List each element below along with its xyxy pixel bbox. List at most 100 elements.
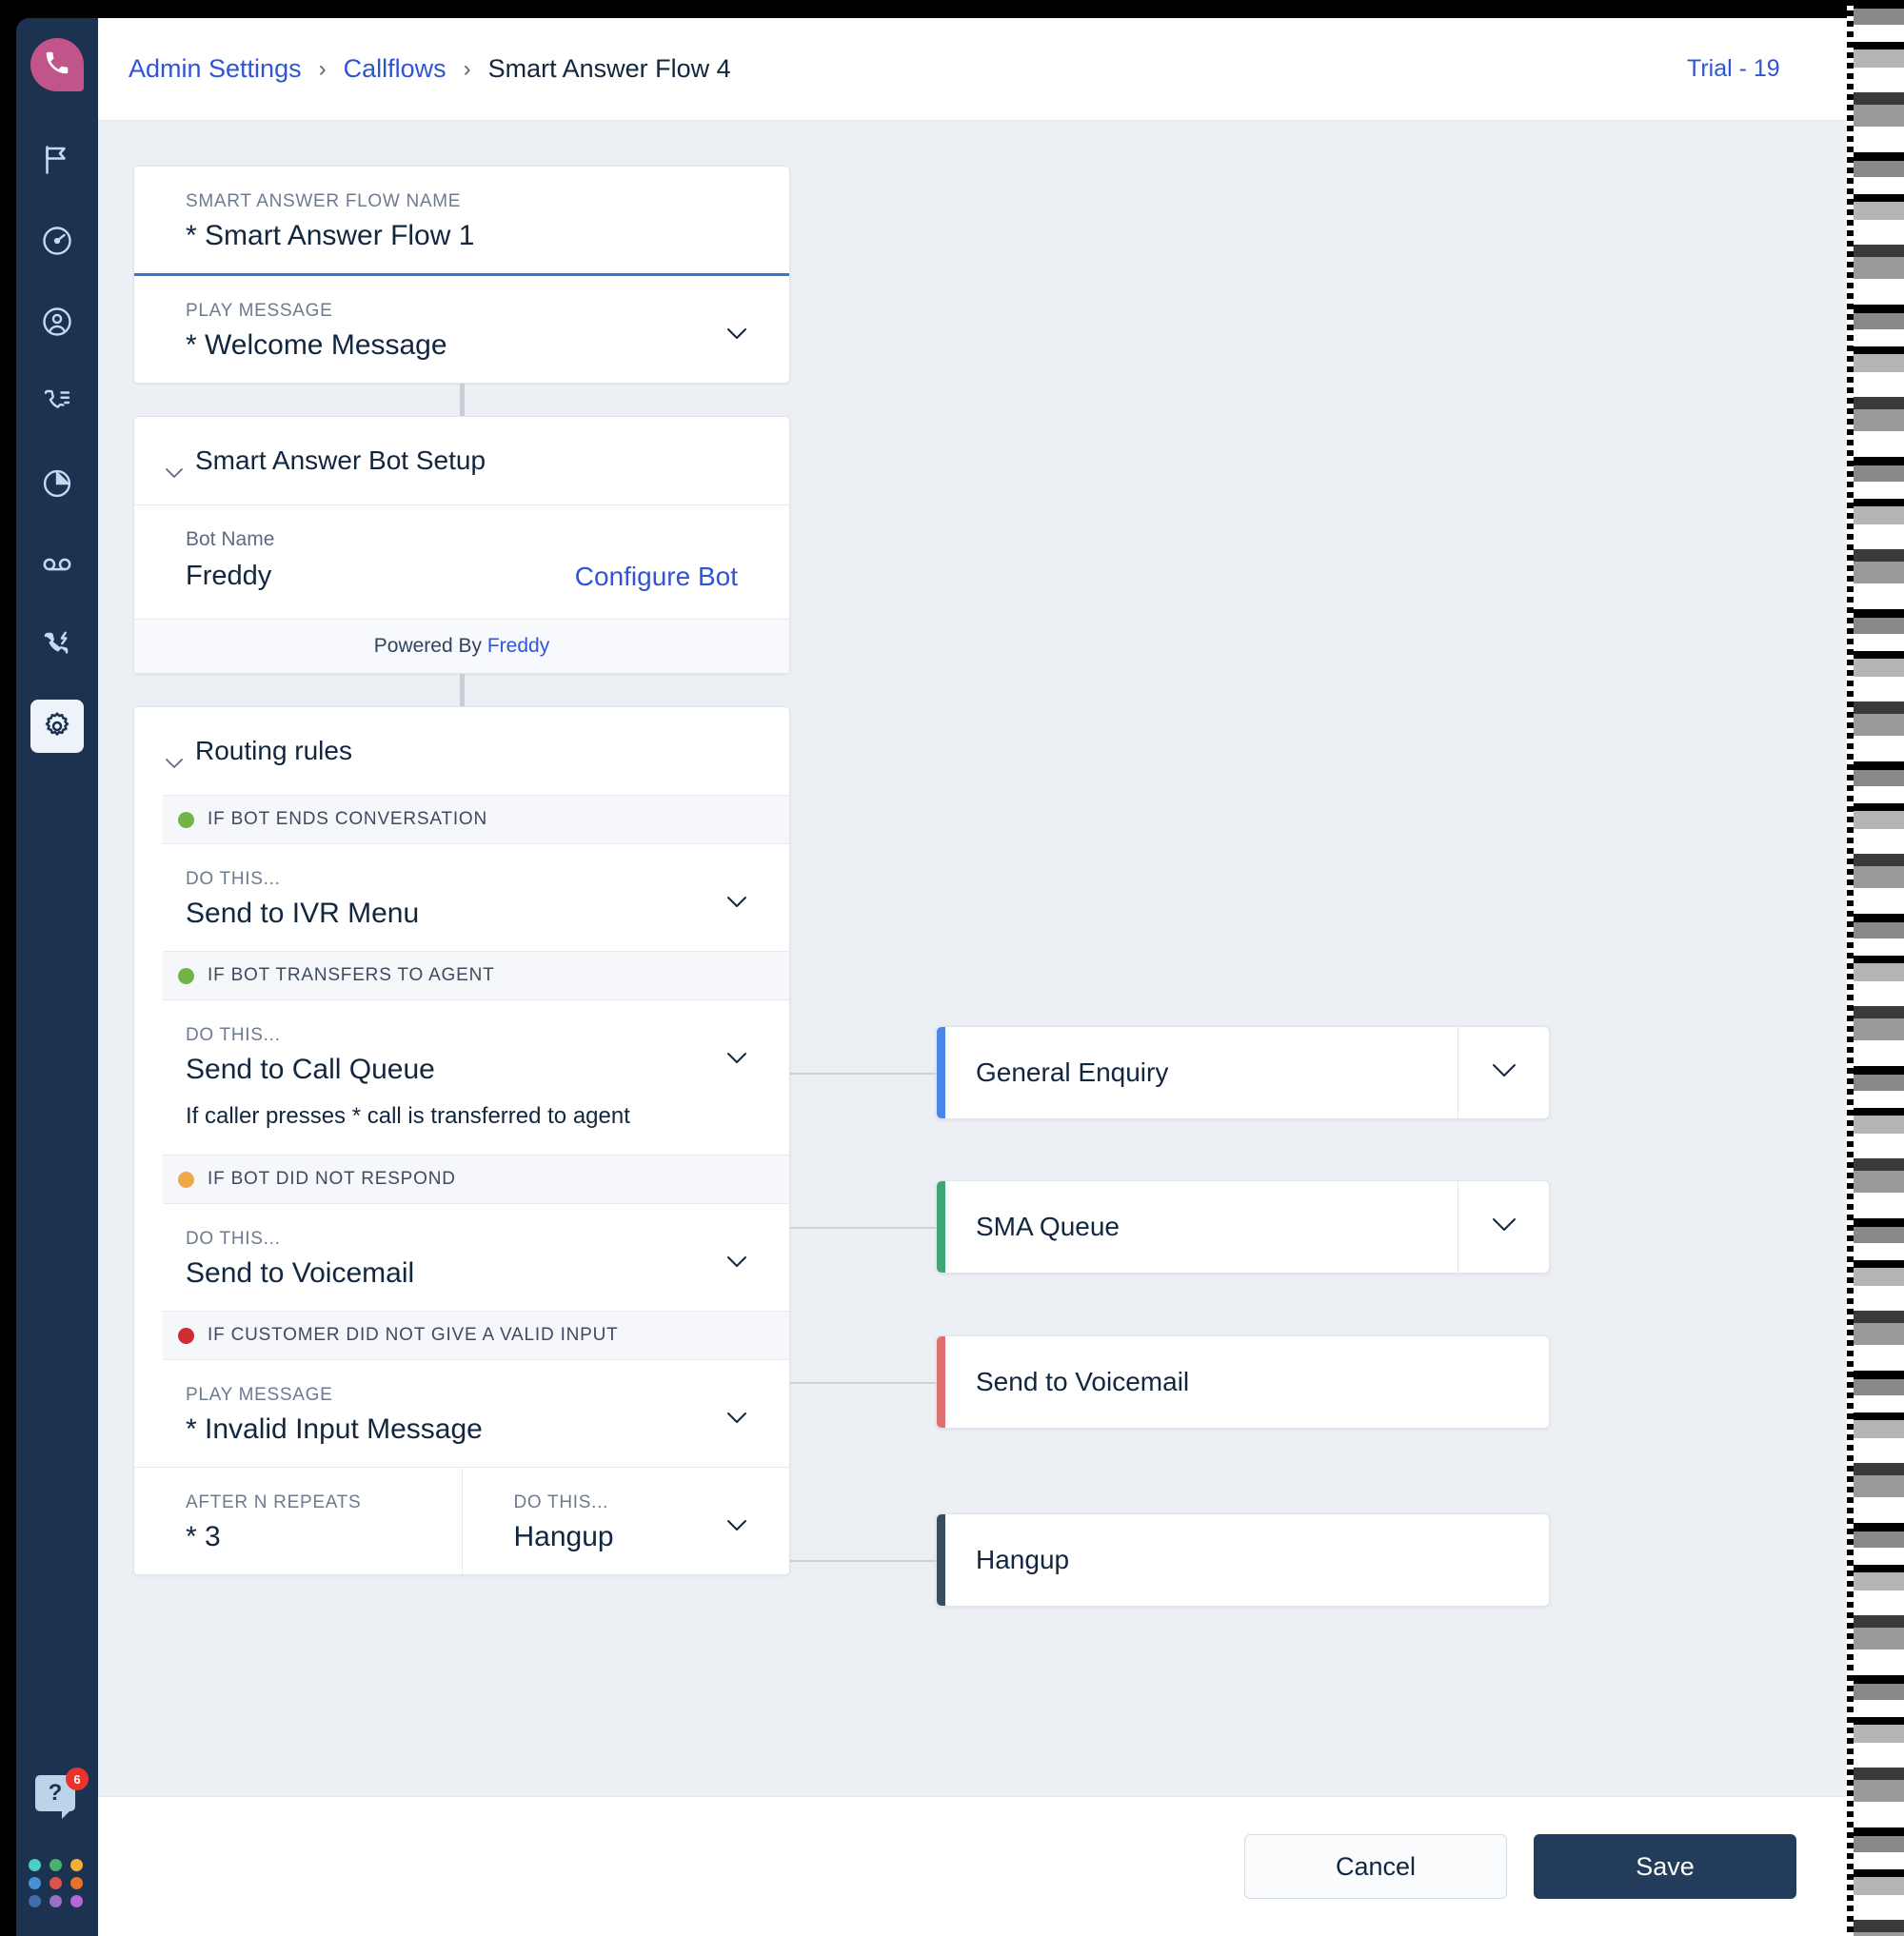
play-message-field[interactable]: PLAY MESSAGE * Welcome Message: [134, 276, 789, 383]
chevron-down-icon[interactable]: [726, 896, 747, 908]
chevron-down-icon[interactable]: [726, 1052, 747, 1064]
flow-name-label: SMART ANSWER FLOW NAME: [186, 191, 462, 211]
sidebar-item-settings[interactable]: [30, 700, 84, 753]
rule-action-value: Send to IVR Menu: [186, 898, 420, 929]
chevron-down-icon[interactable]: [726, 1519, 747, 1531]
chevron-down-icon[interactable]: [726, 327, 747, 340]
pie-chart-icon: [40, 466, 74, 501]
target-card-hangup[interactable]: Hangup: [936, 1513, 1550, 1607]
trial-status-label[interactable]: Trial - 19: [1687, 55, 1825, 83]
rule-action-field[interactable]: DO THIS... Send to Call Queue: [134, 1000, 789, 1107]
phone-logo-icon: [43, 49, 71, 82]
target-dropdown-button[interactable]: [1458, 1181, 1549, 1273]
status-dot-green: [178, 967, 194, 984]
target-card-sma-queue[interactable]: SMA Queue: [936, 1180, 1550, 1274]
power-dialer-icon: [40, 628, 74, 662]
breadcrumb: Admin Settings › Callflows › Smart Answe…: [129, 54, 731, 84]
chevron-down-icon[interactable]: [165, 455, 184, 478]
repeat-action-field[interactable]: DO THIS... Hangup: [461, 1468, 790, 1574]
bot-setup-header[interactable]: Smart Answer Bot Setup: [134, 417, 789, 504]
vertical-connector: [459, 674, 465, 706]
sidebar-item-power-dialer[interactable]: [30, 619, 84, 672]
breadcrumb-current-page: Smart Answer Flow 4: [487, 54, 731, 83]
repeat-action-row: AFTER N REPEATS * 3 DO THIS... Hangup: [134, 1468, 789, 1574]
breadcrumb-separator: ›: [318, 55, 327, 82]
app-logo[interactable]: [30, 38, 84, 91]
main-area: Admin Settings › Callflows › Smart Answe…: [98, 18, 1863, 1936]
repeat-action-value: Hangup: [513, 1521, 614, 1552]
rule-action-value: * Invalid Input Message: [186, 1413, 483, 1445]
target-accent-bar: [937, 1181, 945, 1273]
target-card-send-to-voicemail[interactable]: Send to Voicemail: [936, 1335, 1550, 1429]
after-n-repeats-field[interactable]: AFTER N REPEATS * 3: [134, 1468, 462, 1574]
primary-sidebar: ? 6: [16, 18, 98, 1936]
help-button[interactable]: ? 6: [35, 1768, 89, 1819]
target-accent-bar: [937, 1514, 945, 1606]
after-n-repeats-value: * 3: [186, 1521, 221, 1552]
rule-condition-row: IF BOT DID NOT RESPOND: [163, 1155, 789, 1204]
status-dot-green: [178, 811, 194, 828]
bot-name-label: Bot Name: [186, 528, 275, 550]
powered-by-prefix: Powered By: [373, 635, 487, 657]
flow-details-card: SMART ANSWER FLOW NAME * Smart Answer Fl…: [133, 166, 790, 384]
rule-condition-label: IF BOT TRANSFERS TO AGENT: [208, 965, 495, 985]
flow-canvas: SMART ANSWER FLOW NAME * Smart Answer Fl…: [98, 121, 1863, 1796]
sidebar-item-flag[interactable]: [30, 133, 84, 187]
speedometer-icon: [40, 224, 74, 258]
app-grid-icon[interactable]: [29, 1859, 86, 1907]
connector-line-3: [790, 1382, 936, 1384]
rule-condition-label: IF BOT DID NOT RESPOND: [208, 1169, 456, 1189]
connector-line-2: [790, 1227, 936, 1229]
connector-line-4: [790, 1560, 936, 1562]
routing-rules-card: Routing rules IF BOT ENDS CONVERSATION D…: [133, 706, 790, 1575]
chevron-down-icon[interactable]: [726, 1255, 747, 1268]
breadcrumb-admin-settings[interactable]: Admin Settings: [129, 54, 302, 84]
bot-setup-title: Smart Answer Bot Setup: [195, 445, 486, 475]
screenshot-edge-artifact: [1847, 0, 1904, 1936]
save-button[interactable]: Save: [1534, 1834, 1796, 1899]
screenshot-root: ? 6 Admin Settings › Callflows › Smart A: [0, 0, 1904, 1936]
powered-by-brand-link[interactable]: Freddy: [487, 635, 549, 657]
flag-icon: [40, 143, 74, 177]
rule-condition-row: IF CUSTOMER DID NOT GIVE A VALID INPUT: [163, 1311, 789, 1360]
rule-action-label: PLAY MESSAGE: [186, 1385, 333, 1405]
target-accent-bar: [937, 1027, 945, 1118]
play-message-value: * Welcome Message: [186, 329, 447, 361]
target-card-label: Send to Voicemail: [976, 1367, 1190, 1396]
chevron-down-icon[interactable]: [726, 1412, 747, 1424]
play-message-label: PLAY MESSAGE: [186, 301, 333, 321]
rule-action-field[interactable]: DO THIS... Send to Voicemail: [134, 1204, 789, 1311]
rule-action-field[interactable]: PLAY MESSAGE * Invalid Input Message: [134, 1360, 789, 1467]
user-circle-icon: [40, 305, 74, 339]
routing-rules-header[interactable]: Routing rules: [134, 707, 789, 795]
sidebar-item-contacts[interactable]: [30, 295, 84, 348]
sidebar-item-call-logs[interactable]: [30, 376, 84, 429]
cancel-button[interactable]: Cancel: [1244, 1834, 1507, 1899]
chevron-down-icon: [1492, 1217, 1517, 1236]
rule-action-label: DO THIS...: [186, 869, 281, 889]
flow-name-value: * Smart Answer Flow 1: [186, 220, 475, 251]
target-card-label: SMA Queue: [976, 1212, 1120, 1241]
connector-line-1: [790, 1073, 936, 1075]
target-card-general-enquiry[interactable]: General Enquiry: [936, 1026, 1550, 1119]
rule-action-label: DO THIS...: [186, 1025, 281, 1045]
rule-note-text: If caller presses * call is transferred …: [186, 1103, 630, 1129]
sidebar-footer: ? 6: [16, 1768, 98, 1907]
breadcrumb-callflows[interactable]: Callflows: [344, 54, 446, 84]
bot-name-value: Freddy: [186, 561, 272, 591]
sidebar-item-analytics[interactable]: [30, 457, 84, 510]
sidebar-item-voicemail[interactable]: [30, 538, 84, 591]
voicemail-icon: [40, 547, 74, 582]
chevron-down-icon[interactable]: [165, 745, 184, 768]
sidebar-item-dashboard[interactable]: [30, 214, 84, 267]
target-dropdown-button[interactable]: [1458, 1027, 1549, 1118]
flow-name-field[interactable]: SMART ANSWER FLOW NAME * Smart Answer Fl…: [134, 167, 789, 276]
configure-bot-link[interactable]: Configure Bot: [575, 562, 738, 592]
rule-condition-row: IF BOT TRANSFERS TO AGENT: [163, 951, 789, 1000]
repeat-action-label: DO THIS...: [513, 1492, 609, 1512]
breadcrumb-separator: ›: [463, 55, 471, 82]
help-badge: 6: [66, 1768, 89, 1790]
call-list-icon: [40, 385, 74, 420]
rule-action-field[interactable]: DO THIS... Send to IVR Menu: [134, 844, 789, 951]
gear-icon: [41, 710, 73, 742]
